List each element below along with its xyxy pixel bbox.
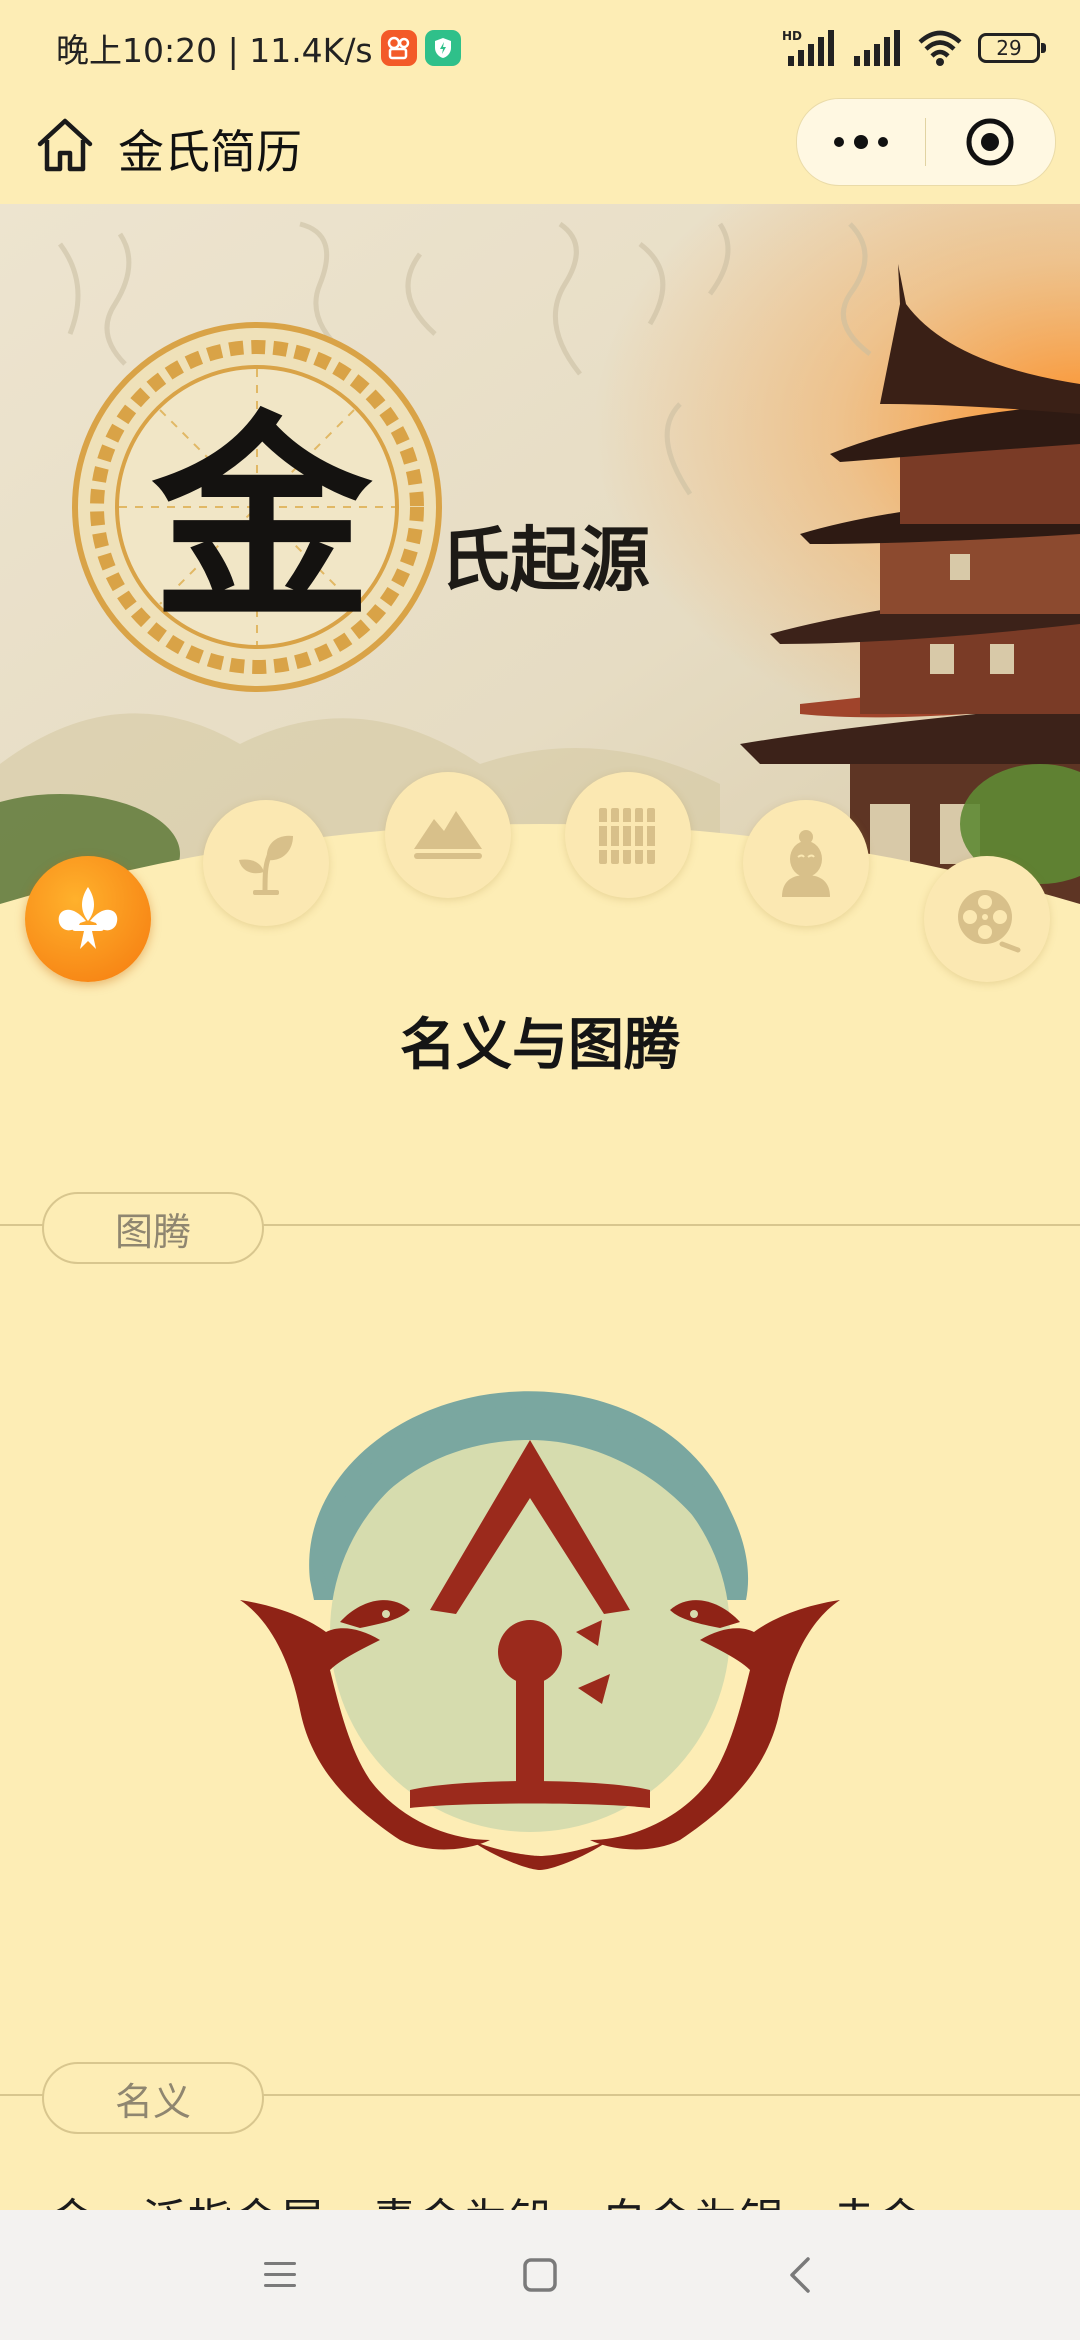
totem-label: 图腾 (114, 1209, 191, 1254)
system-nav-bar (0, 2210, 1080, 2340)
menu-icon (264, 2262, 296, 2287)
banner-title: 氏起源 (440, 518, 650, 601)
back-chevron-icon (790, 2257, 810, 2293)
totem-illustration (240, 1391, 840, 1870)
battery-indicator: 29 (978, 33, 1046, 63)
square-home-icon (523, 2258, 557, 2292)
shield-app-icon (424, 30, 461, 66)
nav-fleur-de-lis[interactable] (25, 856, 151, 982)
close-program-button[interactable] (926, 99, 1054, 185)
signal-icon (854, 30, 900, 66)
film-reel-icon (958, 890, 1021, 953)
nav-person[interactable] (743, 800, 869, 926)
capsule-menu (796, 98, 1056, 186)
bamboo-slips-icon (595, 808, 661, 864)
more-button[interactable] (797, 99, 925, 185)
sprout-icon (239, 835, 293, 895)
target-icon (966, 118, 1014, 166)
totem-image (230, 1370, 850, 1870)
page-title: 金氏简历 (118, 125, 302, 179)
status-right: HD 29 (782, 26, 1046, 70)
wifi-icon (918, 30, 962, 66)
more-dots-icon (834, 135, 888, 149)
signal-hd-icon: HD (782, 29, 834, 66)
section-heading: 名义与图腾 (400, 1013, 680, 1078)
back-button[interactable] (760, 2235, 840, 2315)
nav-mountain[interactable] (385, 772, 511, 898)
origin-banner: 金 氏起源 (0, 204, 1080, 944)
person-icon (782, 830, 830, 897)
nav-bamboo-slips[interactable] (565, 772, 691, 898)
nav-sprout[interactable] (203, 800, 329, 926)
page: 晚上10:20 | 11.4K/s HD 29 金氏简历 金 氏起源 名义与图腾… (0, 0, 1080, 2340)
home-icon (37, 118, 93, 172)
home-button[interactable] (34, 114, 96, 176)
nav-film-reel[interactable] (924, 856, 1050, 982)
mini-program-title-bar: 金氏简历 (0, 96, 1080, 204)
svg-text:HD: HD (782, 29, 802, 43)
battery-level: 29 (996, 36, 1022, 60)
status-left: 晚上10:20 | 11.4K/s (56, 24, 461, 72)
home-nav-button[interactable] (500, 2235, 580, 2315)
mountain-icon (414, 811, 482, 859)
totem-label-pill: 图腾 (42, 1192, 264, 1264)
meaning-label: 名义 (114, 2079, 191, 2124)
menu-button[interactable] (240, 2235, 320, 2315)
status-time-speed: 晚上10:20 | 11.4K/s (56, 31, 373, 70)
fleur-de-lis-icon (58, 887, 118, 949)
kuaishou-app-icon (380, 30, 417, 66)
meaning-label-pill: 名义 (42, 2062, 264, 2134)
status-bar: 晚上10:20 | 11.4K/s HD 29 (0, 0, 1080, 96)
seal-character: 金 (151, 390, 372, 649)
